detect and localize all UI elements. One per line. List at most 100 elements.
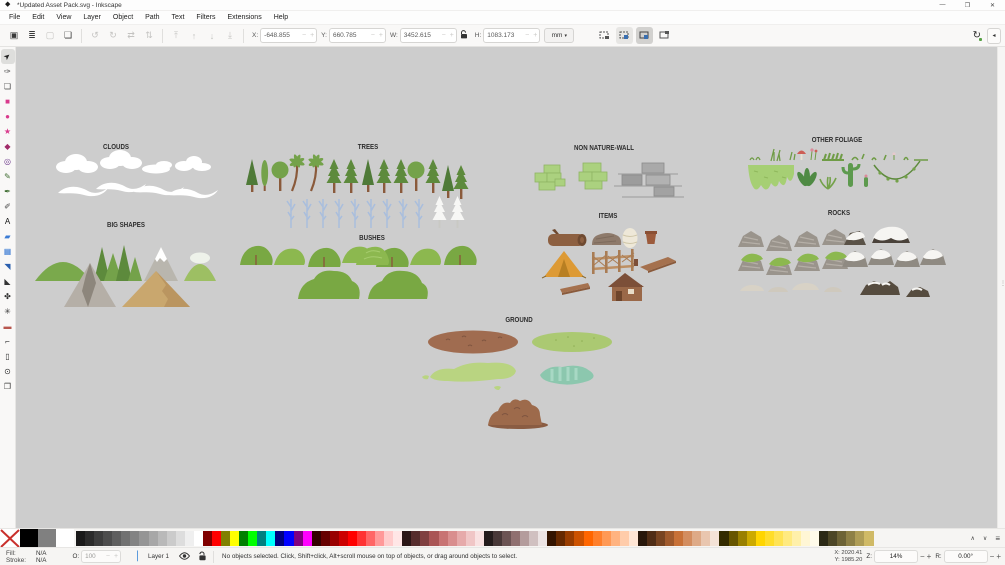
palette-menu-icon[interactable]: ≡ (995, 534, 1000, 543)
section-label-non-nature-wall[interactable]: NON NATURE-WALL (574, 143, 634, 152)
canvas[interactable] (16, 47, 997, 528)
rotation-plus-button[interactable]: + (996, 552, 1001, 561)
h-minus-button[interactable]: − (523, 32, 531, 39)
palette-swatch-20[interactable] (257, 530, 267, 546)
enable-snapping-toggle[interactable]: ↻ (973, 30, 982, 41)
lock-ratio-icon[interactable] (460, 30, 468, 41)
rock-snow-mound[interactable] (872, 226, 910, 243)
palette-swatch-86[interactable] (855, 530, 865, 546)
snap-page-button[interactable] (656, 27, 673, 44)
menu-object[interactable]: Object (107, 12, 139, 23)
tree-cypress[interactable] (261, 160, 269, 191)
box-3d-tool[interactable]: ◆ (1, 139, 15, 154)
palette-swatch-0[interactable] (76, 530, 86, 546)
swatch-no-color[interactable] (0, 528, 20, 548)
palette-swatch-70[interactable] (710, 530, 720, 546)
x-plus-button[interactable]: + (308, 32, 316, 39)
tree-bare-8[interactable] (398, 198, 408, 229)
section-label-clouds[interactable]: CLOUDS (103, 142, 129, 151)
y-field-value[interactable]: 660.785 (330, 32, 369, 39)
node-tool[interactable]: ✑ (1, 64, 15, 79)
palette-swatch-13[interactable] (193, 530, 203, 546)
snow-mountain-shape[interactable] (144, 247, 178, 281)
palette-swatch-49[interactable] (520, 530, 530, 546)
palette-swatch-40[interactable] (438, 530, 448, 546)
snap-others-button[interactable] (636, 27, 654, 44)
palette-swatch-56[interactable] (583, 530, 593, 546)
foliage-hanging-platform[interactable] (748, 165, 794, 190)
x-minus-button[interactable]: − (300, 32, 308, 39)
palette-swatch-11[interactable] (175, 530, 185, 546)
palette-swatch-67[interactable] (683, 530, 693, 546)
tree-pine-9[interactable] (453, 165, 469, 199)
zoom-field[interactable]: 14% (874, 550, 918, 563)
palette-swatch-73[interactable] (737, 530, 747, 546)
section-label-big-shapes[interactable]: BIG SHAPES (107, 220, 145, 229)
item-stone-log[interactable] (592, 233, 622, 245)
tree-bare-4[interactable] (334, 198, 344, 229)
layer-visibility-icon[interactable] (178, 551, 191, 562)
opacity-minus-button[interactable]: − (104, 553, 112, 560)
gradient-tool[interactable]: ▰ (1, 229, 15, 244)
tree-snow-pine-1[interactable] (432, 196, 447, 228)
layer-lock-icon[interactable] (198, 550, 207, 563)
rock-gray-1[interactable] (737, 230, 765, 248)
cloud-wisp-4[interactable] (168, 188, 218, 199)
cloud-flat-1[interactable] (142, 161, 172, 174)
rectangle-tool[interactable]: ■ (1, 94, 15, 109)
measure-tool[interactable]: ❐ (1, 379, 15, 394)
w-plus-button[interactable]: + (448, 32, 456, 39)
palette-swatch-71[interactable] (719, 530, 729, 546)
menu-path[interactable]: Path (139, 12, 165, 23)
palette-swatch-72[interactable] (728, 530, 738, 546)
palette-scroll-up-icon[interactable]: ∧ (971, 535, 975, 542)
selector-tool[interactable]: ➤ (0, 49, 15, 64)
palette-swatch-24[interactable] (293, 530, 303, 546)
tree-pine-8[interactable] (442, 165, 454, 198)
section-label-trees[interactable]: TREES (358, 142, 379, 151)
snow-hill-shape[interactable] (184, 252, 216, 282)
flip-vertical-button[interactable]: ⇅ (141, 28, 157, 44)
maximize-button[interactable]: ❐ (955, 0, 980, 10)
raise-to-top-button[interactable]: ⤒ (168, 28, 184, 44)
snap-nodes-button[interactable] (616, 27, 634, 44)
item-vase[interactable] (622, 228, 638, 248)
palette-swatch-46[interactable] (492, 530, 502, 546)
tree-pine-2[interactable] (326, 159, 342, 193)
item-tent[interactable] (541, 251, 587, 279)
zoom-value[interactable]: 14% (875, 553, 917, 560)
rock-moss-1[interactable] (737, 253, 765, 272)
item-fence[interactable] (591, 249, 635, 274)
moss-wall-2[interactable] (578, 162, 608, 190)
tree-bare-3[interactable] (318, 198, 328, 229)
palette-swatch-76[interactable] (764, 530, 774, 546)
palette-swatch-25[interactable] (302, 530, 312, 546)
tree-pine-6[interactable] (393, 159, 409, 193)
palette-swatch-57[interactable] (592, 530, 602, 546)
palette-swatch-15[interactable] (211, 530, 221, 546)
section-label-items[interactable]: ITEMS (599, 211, 618, 220)
palette-swatch-36[interactable] (402, 530, 412, 546)
rock-gray-4[interactable] (821, 228, 849, 246)
ground-light-patch[interactable] (422, 362, 516, 390)
lower-button[interactable]: ↓ (204, 28, 220, 44)
rock-dark-small[interactable] (906, 287, 930, 297)
tree-round-2[interactable] (407, 161, 425, 192)
connector-tool[interactable]: ⌐ (1, 334, 15, 349)
palette-swatch-1[interactable] (85, 530, 95, 546)
tree-palm-2[interactable] (306, 152, 326, 193)
current-layer-label[interactable]: Layer 1 (148, 553, 169, 560)
rock-snowcap-3[interactable] (894, 251, 920, 267)
ellipse-tool[interactable]: ● (1, 109, 15, 124)
palette-swatch-60[interactable] (619, 530, 629, 546)
rock-moss-3[interactable] (793, 253, 821, 272)
opacity-field[interactable]: 100 − + (81, 550, 122, 563)
spray-tool[interactable]: ✳ (1, 304, 15, 319)
palette-swatch-48[interactable] (511, 530, 521, 546)
zoom-out-button[interactable]: − (920, 552, 925, 561)
moss-wall-1[interactable] (534, 164, 566, 191)
opacity-value[interactable]: 100 (82, 553, 104, 560)
rock-dark-wide[interactable] (860, 281, 900, 295)
palette-swatch-35[interactable] (393, 530, 403, 546)
palette-swatch-2[interactable] (94, 530, 104, 546)
